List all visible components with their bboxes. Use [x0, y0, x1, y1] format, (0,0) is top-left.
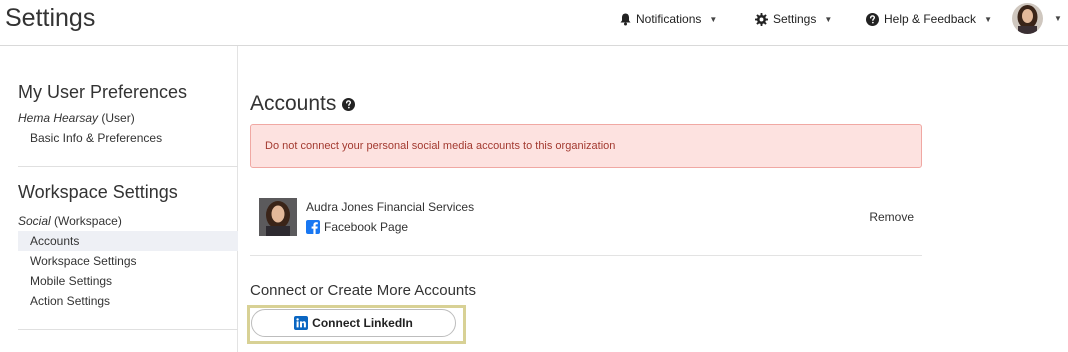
accounts-title: Accounts — [250, 92, 337, 115]
user-preferences-heading: My User Preferences — [18, 82, 188, 102]
sidebar-item-mobile-settings[interactable]: Mobile Settings — [18, 271, 238, 291]
warning-alert: Do not connect your personal social medi… — [250, 124, 922, 168]
remove-account-button[interactable]: Remove — [869, 210, 914, 224]
connect-linkedin-label: Connect LinkedIn — [312, 316, 413, 330]
avatar[interactable] — [1012, 3, 1043, 34]
workspace-settings-heading: Workspace Settings — [18, 182, 178, 202]
sidebar: My User Preferences Hema Hearsay (User) … — [0, 46, 238, 352]
sidebar-divider — [18, 329, 238, 330]
sidebar-item-basic-info[interactable]: Basic Info & Preferences — [18, 128, 238, 148]
question-circle-icon[interactable] — [342, 97, 356, 111]
workspace-identity: Social (Workspace) — [18, 214, 122, 228]
sidebar-divider — [18, 166, 238, 167]
account-type-label: Facebook Page — [324, 220, 409, 234]
bell-icon — [620, 13, 631, 25]
question-circle-icon — [866, 12, 879, 26]
chevron-down-icon: ▼ — [984, 14, 992, 24]
accounts-heading: Accounts — [250, 92, 356, 116]
notifications-menu[interactable]: Notifications ▼ — [620, 10, 717, 28]
page-title: Settings — [5, 4, 96, 32]
sidebar-item-workspace-settings[interactable]: Workspace Settings — [18, 251, 238, 271]
account-row: Audra Jones Financial Services Facebook … — [250, 190, 922, 256]
facebook-icon — [306, 220, 320, 234]
user-name: Hema Hearsay — [18, 111, 99, 125]
help-label: Help & Feedback — [884, 12, 977, 26]
notifications-label: Notifications — [636, 12, 702, 26]
user-role: (User) — [101, 111, 135, 125]
user-identity: Hema Hearsay (User) — [18, 111, 135, 125]
account-type: Facebook Page — [306, 220, 408, 234]
top-bar: Settings Notifications ▼ Settings ▼ Help… — [0, 0, 1068, 46]
sidebar-item-accounts[interactable]: Accounts — [18, 231, 238, 251]
workspace-name: Social — [18, 214, 51, 228]
help-feedback-menu[interactable]: Help & Feedback ▼ — [866, 10, 992, 28]
chevron-down-icon: ▼ — [709, 14, 718, 24]
settings-label: Settings — [773, 12, 817, 26]
linkedin-icon — [294, 316, 309, 330]
gear-icon — [755, 12, 768, 26]
chevron-down-icon: ▼ — [824, 14, 833, 24]
sidebar-item-action-settings[interactable]: Action Settings — [18, 291, 238, 311]
account-name: Audra Jones Financial Services — [306, 200, 475, 214]
workspace-role: (Workspace) — [54, 214, 122, 228]
chevron-down-icon[interactable]: ▼ — [1054, 14, 1062, 23]
connect-heading: Connect or Create More Accounts — [250, 282, 476, 299]
settings-menu[interactable]: Settings ▼ — [755, 10, 832, 28]
connect-linkedin-button[interactable]: Connect LinkedIn — [251, 309, 456, 337]
account-avatar — [259, 198, 297, 236]
